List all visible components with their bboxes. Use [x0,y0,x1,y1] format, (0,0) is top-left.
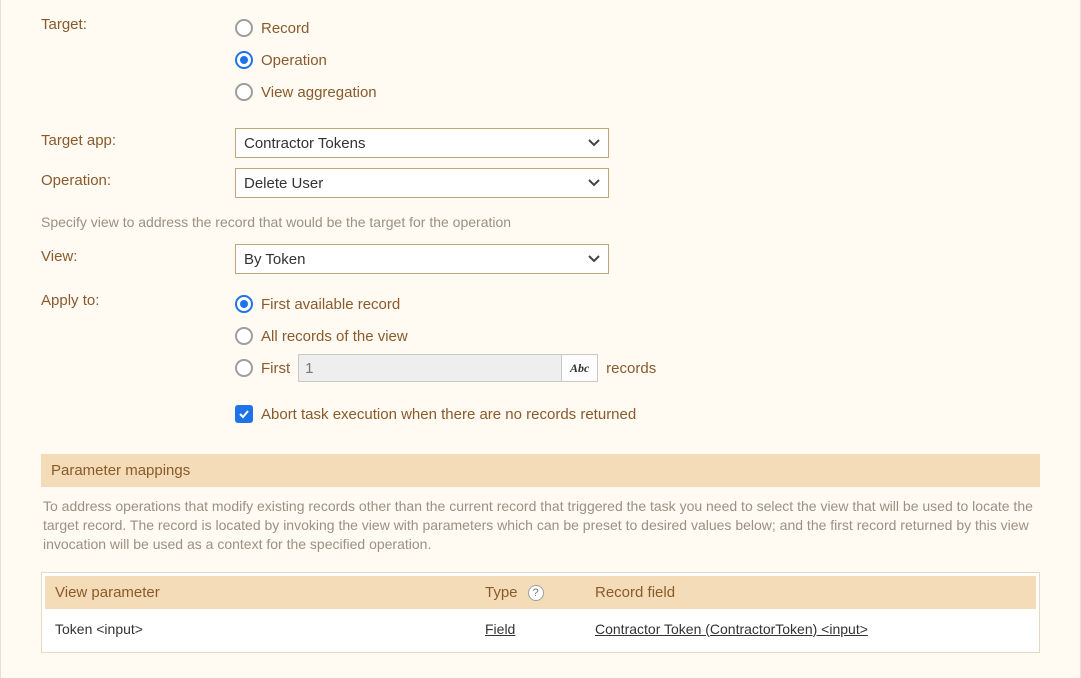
apply-option-all-records[interactable]: All records of the view [235,320,1040,352]
radio-icon [235,51,253,69]
select-target-app[interactable]: Contractor Tokens [235,128,609,158]
target-options: Record Operation View aggregation [235,12,1040,108]
chevron-down-icon [588,137,600,149]
radio-icon [235,19,253,37]
abort-label: Abort task execution when there are no r… [261,406,636,423]
section-description: To address operations that modify existi… [43,497,1038,554]
type-link[interactable]: Field [485,621,515,637]
form-page: Target: Record Operation View aggregatio… [0,0,1081,678]
view-hint-text: Specify view to address the record that … [41,214,1040,230]
radio-icon [235,295,253,313]
first-n-input[interactable] [299,355,561,381]
col-record-field: Record field [585,576,1036,609]
radio-icon [235,83,253,101]
cell-view-parameter: Token <input> [45,609,475,649]
select-value: By Token [244,251,305,268]
apply-to-options: First available record All records of th… [235,288,1040,430]
abc-label: Abc [570,361,589,376]
col-view-parameter: View parameter [45,576,475,609]
radio-label: All records of the view [261,328,408,345]
label-apply-to: Apply to: [41,288,235,309]
chevron-down-icon [588,177,600,189]
row-operation: Operation: Delete User [41,168,1040,198]
chevron-down-icon [588,253,600,265]
radio-label: First [261,360,290,377]
row-apply-to: Apply to: First available record All rec… [41,288,1040,430]
apply-option-first-available[interactable]: First available record [235,288,1040,320]
radio-icon [235,327,253,345]
radio-label: Operation [261,52,327,69]
radio-icon [235,359,253,377]
section-title: Parameter mappings [51,462,190,479]
table-row: Token <input> Field Contractor Token (Co… [45,609,1036,649]
col-label: Record field [595,584,675,601]
label-view: View: [41,244,235,265]
target-option-view-aggregation[interactable]: View aggregation [235,76,1040,108]
label-target-app: Target app: [41,128,235,149]
parameter-mappings-table-wrap: View parameter Type ? Record field Token… [41,572,1040,653]
apply-option-first-n[interactable]: First Abc records [235,352,1040,384]
select-operation[interactable]: Delete User [235,168,609,198]
parameter-mappings-table: View parameter Type ? Record field Token… [45,576,1036,649]
select-view[interactable]: By Token [235,244,609,274]
select-value: Delete User [244,175,323,192]
label-operation: Operation: [41,168,235,189]
cell-type: Field [475,609,585,649]
abc-button[interactable]: Abc [561,355,597,381]
row-target: Target: Record Operation View aggregatio… [41,12,1040,108]
col-type: Type ? [475,576,585,609]
col-label: View parameter [55,584,160,601]
first-n-input-wrap: Abc [298,354,598,382]
col-label: Type [485,584,518,601]
record-field-link[interactable]: Contractor Token (ContractorToken) <inpu… [595,621,868,637]
section-header-parameter-mappings: Parameter mappings [41,454,1040,487]
row-target-app: Target app: Contractor Tokens [41,128,1040,158]
label-target: Target: [41,12,235,33]
cell-record-field: Contractor Token (ContractorToken) <inpu… [585,609,1036,649]
first-n-suffix: records [606,360,656,377]
radio-label: Record [261,20,309,37]
radio-label: First available record [261,296,400,313]
abort-checkbox-row[interactable]: Abort task execution when there are no r… [235,398,1040,430]
target-option-record[interactable]: Record [235,12,1040,44]
help-icon[interactable]: ? [528,585,544,601]
row-view: View: By Token [41,244,1040,274]
select-value: Contractor Tokens [244,135,365,152]
cell-value: Token <input> [55,621,143,637]
radio-label: View aggregation [261,84,377,101]
target-option-operation[interactable]: Operation [235,44,1040,76]
checkbox-icon [235,405,253,423]
